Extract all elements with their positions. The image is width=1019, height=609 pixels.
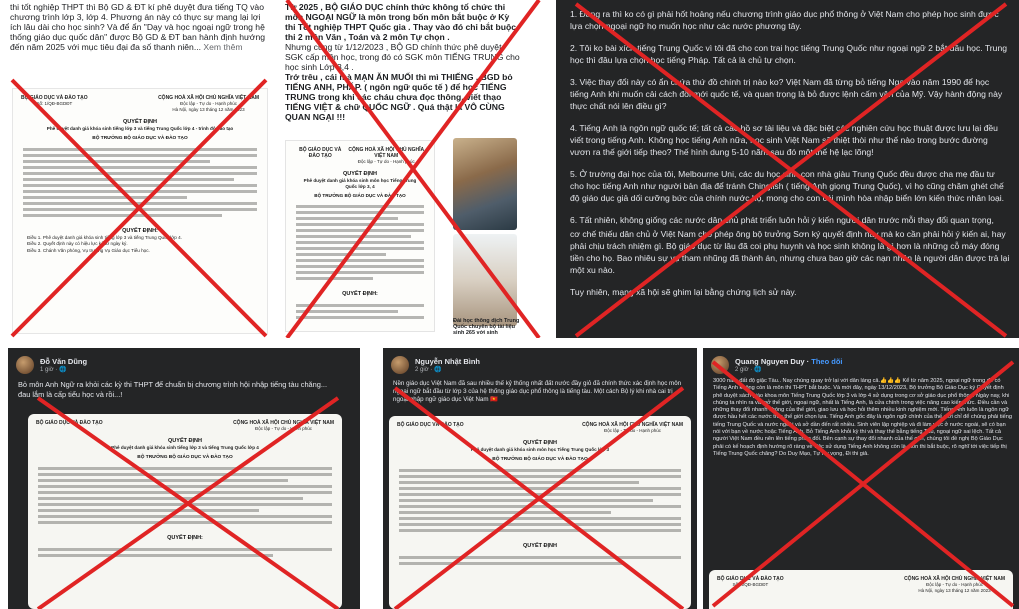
paragraph-4: 4. Tiếng Anh là ngôn ngữ quốc tế; tất cả…: [570, 123, 998, 157]
paragraph-2: 2. Tôi ko bài xích tiếng Trung Quốc vì t…: [570, 43, 1008, 65]
post-time[interactable]: 2 giờ · 🌐: [415, 366, 480, 374]
doc-subtitle: Phê duyệt danh giá khóa sinh tiếng lớp 3…: [111, 445, 259, 450]
post-header: Nguyễn Nhật Bình 2 giờ · 🌐: [391, 354, 480, 376]
doc-org-right: CỘNG HOÀ XÃ HỘI CHỦ NGHĨA VIỆT NAM Độc l…: [348, 147, 425, 164]
decision-document: BỘ GIÁO DỤC VÀ ĐÀO TẠO Số: 1/QĐ-BGDĐT CỘ…: [12, 88, 268, 334]
post-paragraph-2: Nhưng cũng từ 1/12/2023 , BỘ GD chính th…: [285, 42, 520, 72]
post-screenshot-1: thi tốt nghiệp THPT thì Bộ GD & ĐT kí ph…: [0, 0, 274, 338]
paragraph-3: 3. Việc thay đổi này có ẩn chứa thứ đồ c…: [570, 77, 1003, 111]
paragraph-8: Tuy nhiên, mạng xã hội sẽ ghim lại bằng …: [570, 287, 797, 297]
doc-decide: QUYẾT ĐỊNH:: [122, 227, 158, 234]
doc-org-left: BỘ GIÁO DỤC VÀ ĐÀO TẠO Số: 1/QĐ-BGDĐT: [21, 95, 88, 106]
facebook-post-1: Đỗ Văn Dũng 1 giờ · 🌐 Bỏ môn Anh Ngữ ra …: [8, 348, 360, 609]
doc-org-left: BỘ GIÁO DỤC VÀ ĐÀO TẠO: [397, 422, 464, 428]
doc-org-right: CỘNG HOÀ XÃ HỘI CHỦ NGHĨA VIỆT NAM Độc l…: [582, 422, 683, 433]
doc-org-left: BỘ GIÁO DỤC VÀ ĐÀO TẠO: [299, 147, 342, 159]
see-more-link[interactable]: Xem thêm: [203, 42, 242, 52]
classroom-image: [453, 234, 517, 326]
post-text: Từ 2025 , BỘ GIÁO DỤC chính thức không t…: [285, 2, 521, 122]
post-text: 1. Đảng ra thì ko có gì phải hốt hoảng n…: [570, 8, 1010, 308]
avatar[interactable]: [16, 356, 34, 374]
post-body: Bỏ môn Anh Ngữ ra khỏi các kỳ thi THPT đ…: [18, 380, 328, 399]
doc-article-2: Điều 2. Quyết định này có hiệu lực kể từ…: [27, 241, 128, 247]
post-header: Đỗ Văn Dũng 1 giờ · 🌐: [16, 354, 87, 376]
decision-document[interactable]: BỘ GIÁO DỤC VÀ ĐÀO TẠO CỘNG HOÀ XÃ HỘI C…: [28, 414, 342, 609]
statue-image: [453, 138, 517, 230]
doc-org-left: BỘ GIÁO DỤC VÀ ĐÀO TẠO: [36, 420, 103, 426]
post-time[interactable]: 2 giờ · 🌐: [735, 366, 843, 374]
post-body: Nền giáo dục Việt Nam đã sau nhiều thế k…: [393, 380, 682, 404]
post-header: Quang Nguyen Duy · Theo dõi 2 giờ · 🌐: [711, 354, 843, 376]
doc-article-1: Điều 1. Phê duyệt danh giá khóa sinh tiế…: [27, 234, 182, 240]
decision-document: BỘ GIÁO DỤC VÀ ĐÀO TẠO CỘNG HOÀ XÃ HỘI C…: [285, 140, 435, 332]
avatar[interactable]: [711, 356, 729, 374]
paragraph-7: cơ chế thiếu dân chủ ở Việt Nam cho phép…: [570, 229, 1010, 275]
follow-link[interactable]: Theo dõi: [811, 357, 842, 366]
doc-title: QUYẾT ĐỊNH: [168, 438, 202, 444]
doc-org-right: CỘNG HOÀ XÃ HỘI CHỦ NGHĨA VIỆT NAM Độc l…: [233, 420, 334, 431]
paragraph-6: 6. Tất nhiên, không giống các nước dân c…: [570, 215, 994, 225]
paragraph-5: 5. Ở trường đại học của tôi, Melbourne U…: [570, 169, 1005, 203]
doc-title: QUYẾT ĐỊNH: [343, 171, 377, 177]
doc-title: QUYẾT ĐỊNH: [123, 119, 157, 125]
facebook-post-3: Quang Nguyen Duy · Theo dõi 2 giờ · 🌐 30…: [703, 348, 1019, 609]
author-name[interactable]: Đỗ Văn Dũng: [40, 357, 87, 366]
post-body: 3000 năm đất độ giặc Tàu.. Nay chúng qua…: [713, 378, 1012, 457]
post-screenshot-2: Từ 2025 , BỘ GIÁO DỤC chính thức không t…: [277, 0, 547, 338]
doc-subtitle: Phê duyệt danh giá khóa sinh môn học Tiế…: [470, 447, 610, 452]
author-name[interactable]: Nguyễn Nhật Bình: [415, 357, 480, 366]
decision-document[interactable]: BỘ GIÁO DỤC VÀ ĐÀO TẠO CỘNG HOÀ XÃ HỘI C…: [389, 416, 691, 609]
author-name[interactable]: Quang Nguyen Duy · Theo dõi: [735, 357, 843, 366]
doc-article-3: Điều 3. Chánh Văn phòng, Vụ trưởng Vụ Gi…: [27, 247, 150, 253]
doc-subtitle: Phê duyệt danh giá khóa sinh tiếng lớp 3…: [46, 126, 234, 131]
facebook-post-2: Nguyễn Nhật Bình 2 giờ · 🌐 Nền giáo dục …: [383, 348, 697, 609]
post-paragraph-3: Trớ trêu , cái mà MẠN ĂN MUỐI thì mì THI…: [285, 72, 513, 122]
avatar[interactable]: [391, 356, 409, 374]
doc-org-right: CỘNG HOÀ XÃ HỘI CHỦ NGHĨA VIỆT NAM Độc l…: [158, 95, 259, 112]
dark-post-screenshot: 1. Đảng ra thì ko có gì phải hốt hoảng n…: [556, 0, 1019, 338]
doc-org-left: BỘ GIÁO DỤC VÀ ĐÀO TẠO Số: 4/QĐ-BGDĐT: [717, 576, 784, 587]
decision-document[interactable]: BỘ GIÁO DỤC VÀ ĐÀO TẠO Số: 4/QĐ-BGDĐT CỘ…: [709, 570, 1013, 609]
post-time[interactable]: 1 giờ · 🌐: [40, 366, 87, 374]
post-paragraph-1: Từ 2025 , BỘ GIÁO DỤC chính thức không t…: [285, 2, 517, 42]
doc-title: QUYẾT ĐỊNH: [523, 440, 557, 446]
post-text: thi tốt nghiệp THPT thì Bộ GD & ĐT kí ph…: [10, 2, 270, 52]
paragraph-1: 1. Đảng ra thì ko có gì phải hốt hoảng n…: [570, 9, 999, 31]
doc-org-right: CỘNG HOÀ XÃ HỘI CHỦ NGHĨA VIỆT NAM Độc l…: [904, 576, 1005, 593]
doc-subtitle: Phê duyệt danh giá khóa sinh môn học Tiế…: [303, 178, 417, 189]
image-caption: Đài học thông dịch Trung Quốc chuyên bộ …: [453, 318, 520, 336]
